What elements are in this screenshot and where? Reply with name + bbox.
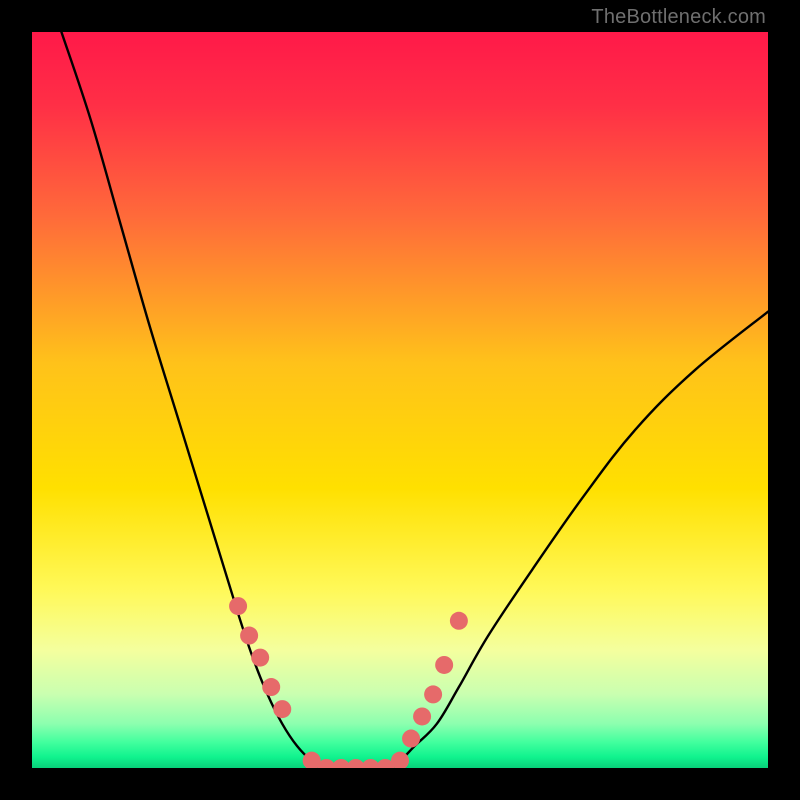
trough-marker <box>262 678 280 696</box>
right-curve <box>385 312 768 768</box>
left-curve <box>61 32 326 768</box>
trough-marker <box>240 627 258 645</box>
trough-marker <box>251 649 269 667</box>
trough-marker <box>435 656 453 674</box>
watermark-text: TheBottleneck.com <box>591 6 766 29</box>
chart-frame: TheBottleneck.com <box>0 0 800 800</box>
trough-markers <box>229 597 468 768</box>
trough-marker <box>413 707 431 725</box>
plot-area <box>32 32 768 768</box>
trough-marker <box>273 700 291 718</box>
curves-layer <box>32 32 768 768</box>
trough-marker <box>229 597 247 615</box>
trough-marker <box>402 730 420 748</box>
trough-marker <box>450 612 468 630</box>
trough-marker <box>424 685 442 703</box>
